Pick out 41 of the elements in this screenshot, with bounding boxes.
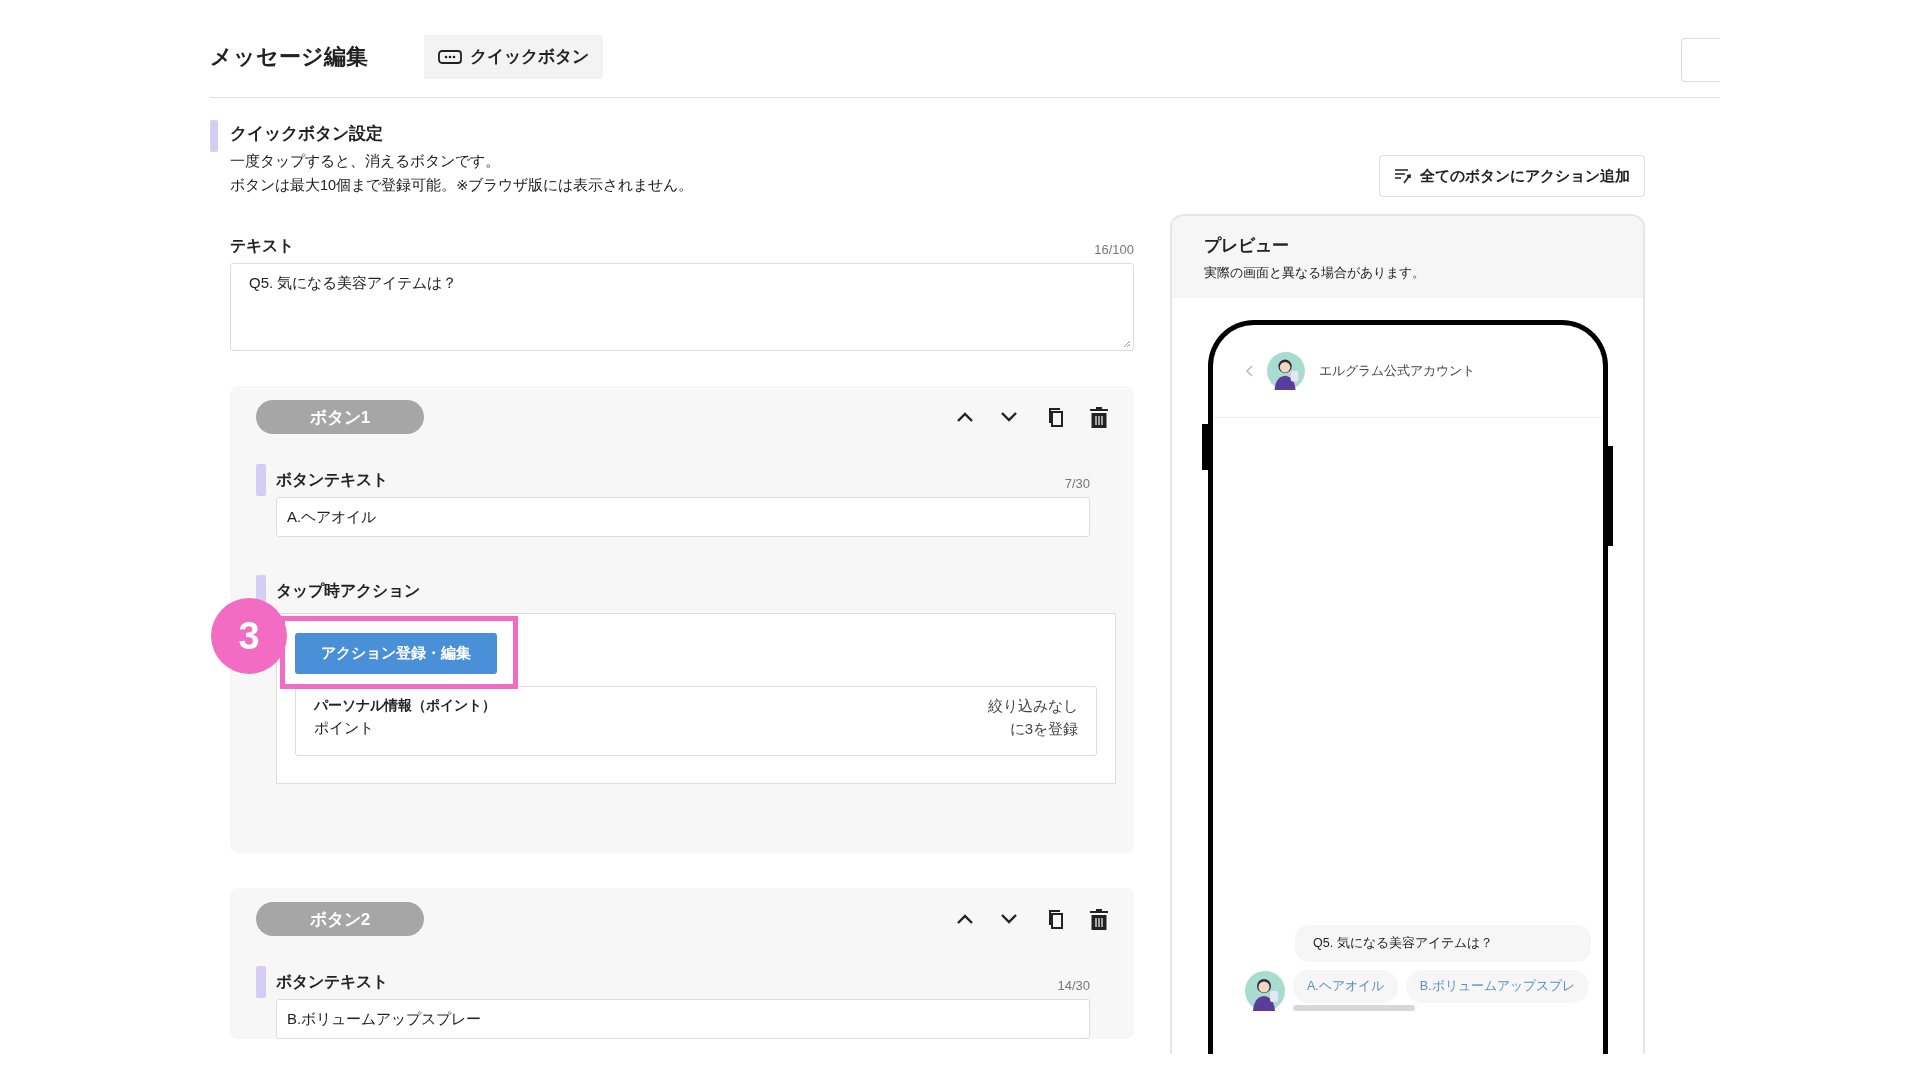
description-text: ボタンは最大10個まで登録可能。※ブラウザ版には表示されません。	[230, 176, 694, 195]
button-number-badge: ボタン2	[256, 902, 424, 936]
page-title: メッセージ編集	[210, 42, 368, 71]
button-text-input[interactable]: A.ヘアオイル	[276, 497, 1090, 537]
field-label: タップ時アクション	[276, 581, 420, 601]
message-textarea[interactable]: Q5. 気になる美容アイテムは？	[230, 263, 1134, 351]
action-title: パーソナル情報（ポイント）	[314, 697, 496, 715]
result-text: に3を登録	[1009, 720, 1078, 739]
keyboard-icon	[438, 49, 462, 64]
description-text: 一度タップすると、消えるボタンです。	[230, 152, 501, 171]
move-down-icon[interactable]	[1000, 411, 1018, 423]
filter-text: 絞り込みなし	[988, 697, 1078, 716]
accent-bar	[210, 120, 218, 152]
field-label: ボタンテキスト	[276, 470, 388, 490]
move-up-icon[interactable]	[956, 913, 974, 925]
accent-bar	[256, 966, 266, 998]
avatar-icon	[1267, 352, 1305, 390]
char-count: 16/100	[1094, 242, 1134, 257]
message-bubble: Q5. 気になる美容アイテムは？	[1295, 925, 1591, 962]
delete-icon[interactable]	[1090, 406, 1108, 428]
preview-title: プレビュー	[1204, 235, 1290, 257]
quick-button-tab[interactable]: クイックボタン	[424, 34, 603, 79]
button-text-input[interactable]: B.ボリュームアップスプレー	[276, 999, 1090, 1039]
move-down-icon[interactable]	[1000, 913, 1018, 925]
button-number-badge: ボタン1	[256, 400, 424, 434]
delete-icon[interactable]	[1090, 908, 1108, 930]
account-name: エルグラム公式アカウント	[1319, 362, 1475, 380]
add-action-all-button[interactable]: 全てのボタンにアクション追加	[1379, 155, 1645, 197]
char-count: 7/30	[1064, 476, 1090, 491]
step-number: 3	[211, 598, 287, 674]
section-title: クイックボタン設定	[230, 123, 384, 145]
resize-handle-icon[interactable]	[1123, 340, 1131, 348]
field-label: ボタンテキスト	[276, 972, 388, 992]
move-up-icon[interactable]	[956, 411, 974, 423]
action-subtitle: ポイント	[314, 719, 375, 738]
field-label: テキスト	[230, 236, 294, 256]
char-count: 14/30	[1057, 978, 1090, 993]
avatar-icon	[1245, 970, 1285, 1011]
preview-note: 実際の画面と異なる場合があります。	[1204, 265, 1426, 282]
accent-bar	[256, 464, 266, 496]
list-arrow-icon	[1394, 167, 1412, 185]
